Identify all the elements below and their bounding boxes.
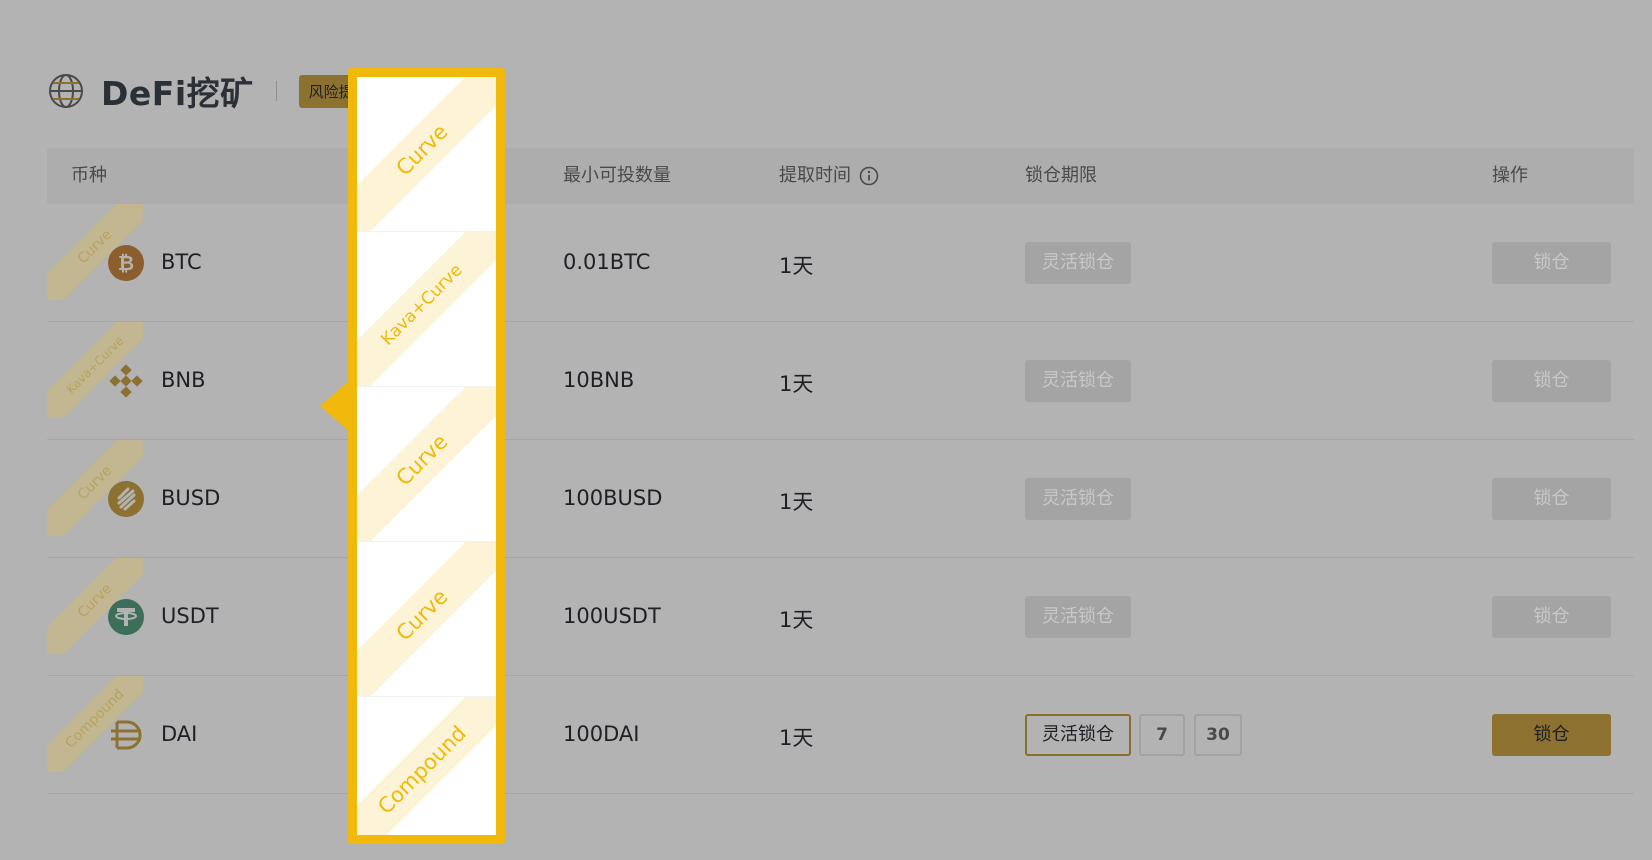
lock-button[interactable]: 锁仓 bbox=[1492, 478, 1611, 520]
coin-symbol: BNB bbox=[161, 368, 206, 392]
flexible-lock-button[interactable]: 灵活锁仓 bbox=[1025, 478, 1131, 520]
protocol-spotlight: Curve Kava+Curve Curve Curve Compound bbox=[348, 68, 505, 844]
spotlight-ribbon: Curve bbox=[357, 77, 496, 231]
redeem-time: 1天 bbox=[779, 254, 814, 278]
col-coin: 币种 bbox=[71, 165, 107, 186]
lock-30-days-button[interactable]: 30 bbox=[1194, 714, 1242, 756]
coin-symbol: BUSD bbox=[161, 486, 221, 510]
info-icon[interactable] bbox=[859, 166, 879, 186]
col-redeem-time: 提取时间 bbox=[779, 148, 879, 204]
table-row: Curve ₿ BTC 0.01BTC 1天 灵活锁仓 锁仓 bbox=[47, 204, 1634, 322]
coin-symbol: DAI bbox=[161, 722, 198, 746]
col-lock-period: 锁仓期限 bbox=[1025, 165, 1097, 186]
spotlight-cell: Curve bbox=[357, 542, 496, 697]
table-row: Kava+Curve BNB 10BNB 1天 灵活锁仓 锁仓 bbox=[47, 322, 1634, 440]
lock-7-days-button[interactable]: 7 bbox=[1139, 714, 1185, 756]
spotlight-cell: Curve bbox=[357, 77, 496, 232]
table-row: Curve BUSD 100BUSD 1天 灵活锁仓 锁仓 bbox=[47, 440, 1634, 558]
flexible-lock-button[interactable]: 灵活锁仓 bbox=[1025, 714, 1131, 756]
lock-button[interactable]: 锁仓 bbox=[1492, 242, 1611, 284]
table-row: Compound DAI 100DAI 1天 灵活锁仓 7 30 锁仓 bbox=[47, 676, 1634, 794]
table-header: 币种 最小可投数量 提取时间 锁仓期限 操作 bbox=[47, 148, 1634, 204]
guide-pointer bbox=[320, 380, 350, 432]
min-amount: 100DAI bbox=[563, 722, 640, 746]
col-min-amount: 最小可投数量 bbox=[563, 165, 671, 186]
min-amount: 100USDT bbox=[563, 604, 661, 628]
tether-icon bbox=[108, 599, 144, 635]
coin-symbol: USDT bbox=[161, 604, 219, 628]
flexible-lock-button[interactable]: 灵活锁仓 bbox=[1025, 596, 1131, 638]
spotlight-ribbon: Curve bbox=[357, 542, 496, 696]
coin-symbol: BTC bbox=[161, 250, 202, 274]
spotlight-ribbon: Curve bbox=[357, 387, 496, 541]
min-amount: 100BUSD bbox=[563, 486, 663, 510]
page-header: DeFi挖矿 风险提示 bbox=[47, 68, 379, 114]
spotlight-ribbon: Compound bbox=[357, 697, 496, 835]
table-row: Curve USDT 100USDT 1天 灵活锁仓 锁仓 bbox=[47, 558, 1634, 676]
min-amount: 0.01BTC bbox=[563, 250, 651, 274]
page-title: DeFi挖矿 bbox=[101, 74, 254, 113]
spotlight-cell: Compound bbox=[357, 697, 496, 835]
pool-table: 币种 最小可投数量 提取时间 锁仓期限 操作 Curve ₿ BTC 0.01B… bbox=[47, 148, 1634, 794]
flexible-lock-button[interactable]: 灵活锁仓 bbox=[1025, 360, 1131, 402]
col-action: 操作 bbox=[1492, 165, 1528, 186]
lock-button[interactable]: 锁仓 bbox=[1492, 360, 1611, 402]
min-amount: 10BNB bbox=[563, 368, 635, 392]
flexible-lock-button[interactable]: 灵活锁仓 bbox=[1025, 242, 1131, 284]
redeem-time: 1天 bbox=[779, 608, 814, 632]
spotlight-ribbon: Kava+Curve bbox=[357, 232, 496, 386]
globe-icon bbox=[49, 74, 83, 108]
header-divider bbox=[275, 81, 277, 101]
lock-button[interactable]: 锁仓 bbox=[1492, 714, 1611, 756]
svg-text:₿: ₿ bbox=[118, 251, 134, 275]
spotlight-cell: Kava+Curve bbox=[357, 232, 496, 387]
col-redeem-time-label: 提取时间 bbox=[779, 165, 851, 186]
bnb-icon bbox=[109, 364, 143, 398]
bitcoin-icon: ₿ bbox=[108, 245, 144, 281]
redeem-time: 1天 bbox=[779, 726, 814, 750]
redeem-time: 1天 bbox=[779, 372, 814, 396]
dai-icon bbox=[111, 720, 142, 750]
lock-button[interactable]: 锁仓 bbox=[1492, 596, 1611, 638]
redeem-time: 1天 bbox=[779, 490, 814, 514]
spotlight-cell: Curve bbox=[357, 387, 496, 542]
busd-icon bbox=[108, 481, 144, 517]
